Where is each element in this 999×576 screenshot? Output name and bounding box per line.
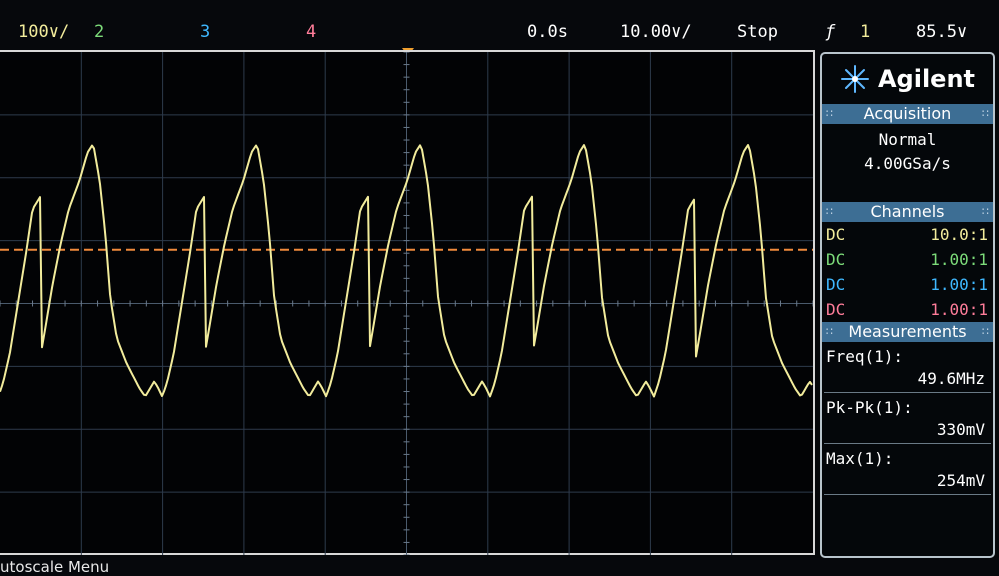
brand-logo: Agilent: [822, 54, 993, 104]
channel-probe: 1.00:1: [930, 300, 988, 319]
info-panel: Agilent ∷ Acquisition ∷ Normal 4.00GSa/s…: [820, 52, 995, 558]
measurement-freq[interactable]: Freq(1): 49.6MHz: [822, 346, 993, 393]
channels-header[interactable]: ∷ Channels ∷: [822, 202, 993, 222]
channel-row-4[interactable]: DC 1.00:1: [822, 297, 993, 322]
softkey-bar: utoscale Menu: [0, 558, 999, 576]
grip-icon: ∷: [982, 205, 989, 218]
time-delay[interactable]: 0.0s: [527, 22, 568, 42]
acquisition-header[interactable]: ∷ Acquisition ∷: [822, 104, 993, 124]
measurements-header[interactable]: ∷ Measurements ∷: [822, 322, 993, 342]
grip-icon: ∷: [826, 325, 833, 338]
channel-coupling: DC: [826, 225, 846, 244]
measurement-value: 330mV: [824, 419, 991, 444]
run-state[interactable]: Stop: [737, 22, 778, 42]
acquisition-title: Acquisition: [863, 104, 952, 123]
measurement-value: 254mV: [824, 470, 991, 495]
channel-coupling: DC: [826, 250, 846, 269]
waveform-display[interactable]: [0, 52, 813, 555]
ch4-label[interactable]: 4: [306, 22, 316, 42]
grip-icon: ∷: [982, 107, 989, 120]
brand-name: Agilent: [877, 65, 976, 93]
grip-icon: ∷: [826, 205, 833, 218]
channel-row-3[interactable]: DC 1.00:1: [822, 272, 993, 297]
measurement-label: Freq(1):: [826, 347, 904, 366]
status-bar: 100∨/ 2 3 4 0.0s 10.00∨/ Stop ƒ 1 85.5∨: [0, 0, 999, 50]
ch1-scale[interactable]: 100∨/: [18, 22, 69, 42]
time-scale[interactable]: 10.00∨/: [620, 22, 692, 42]
channel-coupling: DC: [826, 300, 846, 319]
sample-rate: 4.00GSa/s: [864, 154, 951, 173]
autoscale-menu-softkey[interactable]: utoscale Menu: [0, 558, 109, 576]
channel-row-2[interactable]: DC 1.00:1: [822, 247, 993, 272]
trigger-source[interactable]: 1: [860, 22, 870, 42]
channel-probe: 1.00:1: [930, 275, 988, 294]
measurement-label: Pk-Pk(1):: [826, 398, 913, 417]
channel-row-1[interactable]: DC 10.0:1: [822, 222, 993, 247]
graticule: [0, 52, 813, 555]
measurement-pkpk[interactable]: Pk-Pk(1): 330mV: [822, 397, 993, 444]
channels-title: Channels: [870, 202, 945, 221]
measurement-list: Freq(1): 49.6MHz Pk-Pk(1): 330mV Max(1):…: [822, 342, 993, 495]
ch2-label[interactable]: 2: [94, 22, 104, 42]
trigger-slope-icon: ƒ: [825, 22, 836, 42]
grip-icon: ∷: [826, 107, 833, 120]
channel-list: DC 10.0:1 DC 1.00:1 DC 1.00:1 DC 1.00:1: [822, 222, 993, 322]
grip-icon: ∷: [982, 325, 989, 338]
measurement-max[interactable]: Max(1): 254mV: [822, 448, 993, 495]
measurement-value: 49.6MHz: [824, 368, 991, 393]
acquisition-mode: Normal: [878, 130, 937, 149]
trigger-level[interactable]: 85.5∨: [916, 22, 967, 42]
ch3-label[interactable]: 3: [200, 22, 210, 42]
channel-coupling: DC: [826, 275, 846, 294]
acquisition-info: Normal 4.00GSa/s: [822, 124, 993, 202]
measurement-label: Max(1):: [826, 449, 894, 468]
measurements-title: Measurements: [848, 322, 967, 341]
channel-probe: 1.00:1: [930, 250, 988, 269]
agilent-spark-icon: [840, 65, 869, 93]
channel-probe: 10.0:1: [930, 225, 988, 244]
